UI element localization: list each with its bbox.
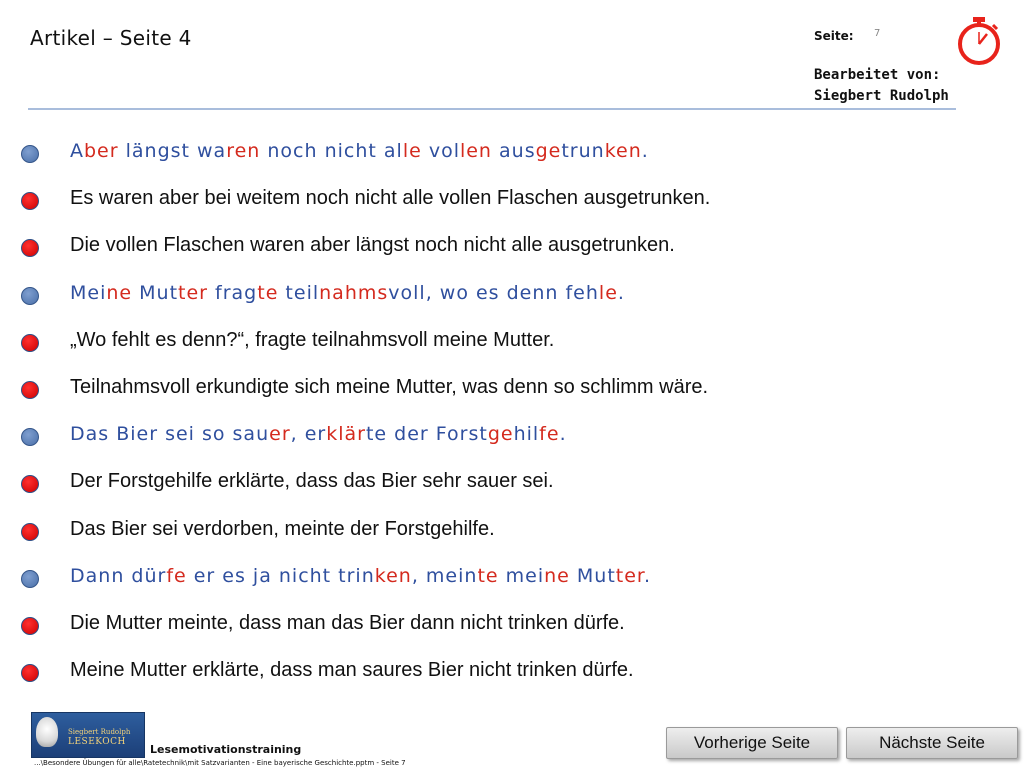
syllable-segment: fe: [166, 564, 187, 587]
syllable-segment: ken: [374, 564, 412, 587]
syllable-segment: Das Bier sei so sau: [70, 423, 270, 446]
lesekoch-logo: Siegbert Rudolph LESEKOCH: [31, 712, 145, 758]
syllable-segment: len: [459, 140, 492, 162]
file-path: ...\Besondere Übungen für alle\Ratetechn…: [34, 759, 406, 767]
logo-author: Siegbert Rudolph: [68, 728, 131, 736]
syllable-segment: fe: [539, 423, 560, 446]
syllable-segment: le: [402, 140, 422, 162]
sentence-row: Der Forstgehilfe erklärte, dass das Bier…: [0, 468, 1024, 512]
syllable-segment: vol: [421, 140, 460, 162]
syllable-segment: Mut: [569, 564, 616, 587]
sentence-text: Die vollen Flaschen waren aber längst no…: [70, 234, 675, 257]
sentence-text: Die Mutter meinte, dass man das Bier dan…: [70, 612, 625, 634]
syllable-segment: hil: [513, 423, 540, 446]
syllable-segment: te: [257, 281, 279, 304]
sentence-text: Der Forstgehilfe erklärte, dass das Bier…: [70, 470, 554, 493]
syllable-sentence: Das Bier sei so sauer, erklärte der Fors…: [70, 423, 567, 445]
bullet-red-icon[interactable]: [21, 522, 39, 541]
stopwatch-icon[interactable]: [955, 14, 1003, 66]
bullet-red-icon[interactable]: [21, 475, 39, 494]
syllable-segment: klär: [326, 423, 366, 446]
sentence-text: „Wo fehlt es denn?“, fragte teilnahmsvol…: [70, 328, 555, 351]
editor-label: Bearbeitet von:: [814, 67, 941, 83]
syllable-segment: ren: [226, 140, 261, 162]
syllable-sentence: Aber längst waren noch nicht alle vollen…: [70, 140, 649, 162]
syllable-segment: te der Forst: [365, 423, 488, 446]
syllable-segment: .: [617, 281, 625, 304]
syllable-segment: le: [598, 281, 618, 304]
sentence-row: Das Bier sei verdorben, meinte der Forst…: [0, 516, 1024, 560]
syllable-segment: frag: [208, 281, 258, 304]
page-title: Artikel – Seite 4: [30, 26, 192, 50]
syllable-segment: nahms: [319, 281, 389, 304]
bullet-red-icon[interactable]: [21, 333, 39, 352]
previous-page-button[interactable]: Vorherige Seite: [666, 727, 838, 759]
syllable-segment: wa: [197, 140, 227, 162]
bullet-blue-icon[interactable]: [21, 428, 39, 447]
bullet-red-icon[interactable]: [21, 192, 39, 211]
syllable-segment: te: [477, 564, 499, 587]
syllable-segment: ter: [178, 281, 208, 304]
syllable-segment: ne: [106, 281, 133, 304]
bullet-blue-icon[interactable]: [21, 286, 39, 305]
sentence-text: Es waren aber bei weitem noch nicht alle…: [70, 187, 711, 210]
sentence-row: Das Bier sei so sauer, erklärte der Fors…: [0, 421, 1024, 465]
header-divider: [28, 108, 956, 110]
page-number: 7: [874, 28, 881, 39]
syllable-segment: ge: [535, 140, 562, 162]
syllable-segment: A: [70, 140, 84, 162]
syllable-segment: Mut: [132, 281, 179, 304]
syllable-segment: , er: [290, 423, 327, 446]
syllable-segment: längst: [118, 140, 198, 162]
sentence-row: „Wo fehlt es denn?“, fragte teilnahmsvol…: [0, 327, 1024, 371]
syllable-segment: er: [269, 423, 291, 446]
syllable-segment: teil: [278, 281, 320, 304]
syllable-segment: .: [644, 564, 652, 587]
syllable-segment: .: [559, 423, 567, 446]
syllable-segment: , mein: [411, 564, 478, 587]
syllable-segment: voll, wo es denn feh: [388, 281, 599, 304]
next-page-button[interactable]: Nächste Seite: [846, 727, 1018, 759]
bullet-blue-icon[interactable]: [21, 145, 39, 163]
syllable-segment: noch nicht: [260, 140, 384, 162]
page-label: Seite:: [814, 29, 854, 43]
brand-label: Lesemotivationstraining: [150, 743, 302, 756]
sentence-row: Aber längst waren noch nicht alle vollen…: [0, 138, 1024, 182]
sentence-row: Die vollen Flaschen waren aber längst no…: [0, 232, 1024, 276]
bullet-red-icon[interactable]: [21, 381, 39, 399]
bullet-red-icon[interactable]: [21, 239, 39, 258]
syllable-sentence: Meine Mutter fragte teilnahmsvoll, wo es…: [70, 282, 625, 304]
bullet-red-icon[interactable]: [21, 664, 39, 683]
bullet-blue-icon[interactable]: [21, 569, 39, 588]
syllable-segment: ne: [544, 564, 570, 587]
syllable-segment: trun: [561, 140, 605, 162]
sentence-row: Dann dürfe er es ja nicht trinken, meint…: [0, 563, 1024, 607]
bullet-red-icon[interactable]: [21, 617, 39, 635]
syllable-segment: mei: [498, 564, 545, 587]
syllable-sentence: Dann dürfe er es ja nicht trinken, meint…: [70, 565, 651, 587]
syllable-segment: ge: [487, 423, 514, 446]
lightbulb-icon: [36, 717, 58, 747]
sentence-row: Meine Mutter erklärte, dass man saures B…: [0, 657, 1024, 701]
syllable-segment: Mei: [70, 281, 107, 304]
syllable-segment: ber: [84, 140, 119, 162]
sentence-row: Die Mutter meinte, dass man das Bier dan…: [0, 610, 1024, 654]
logo-brand: LESEKOCH: [68, 737, 126, 747]
editor-name: Siegbert Rudolph: [814, 88, 949, 104]
sentence-row: Meine Mutter fragte teilnahmsvoll, wo es…: [0, 280, 1024, 324]
syllable-segment: Dann dür: [70, 564, 167, 587]
sentence-text: Das Bier sei verdorben, meinte der Forst…: [70, 517, 495, 540]
syllable-segment: ter: [615, 564, 644, 587]
sentence-row: Es waren aber bei weitem noch nicht alle…: [0, 185, 1024, 229]
syllable-segment: aus: [491, 140, 536, 162]
syllable-segment: .: [641, 140, 649, 162]
syllable-segment: al: [383, 140, 403, 162]
sentence-text: Meine Mutter erklärte, dass man saures B…: [70, 659, 634, 682]
syllable-segment: ken: [604, 140, 642, 162]
sentence-row: Teilnahmsvoll erkundigte sich meine Mutt…: [0, 374, 1024, 418]
sentence-text: Teilnahmsvoll erkundigte sich meine Mutt…: [70, 376, 709, 398]
syllable-segment: er es ja nicht trin: [186, 564, 375, 587]
